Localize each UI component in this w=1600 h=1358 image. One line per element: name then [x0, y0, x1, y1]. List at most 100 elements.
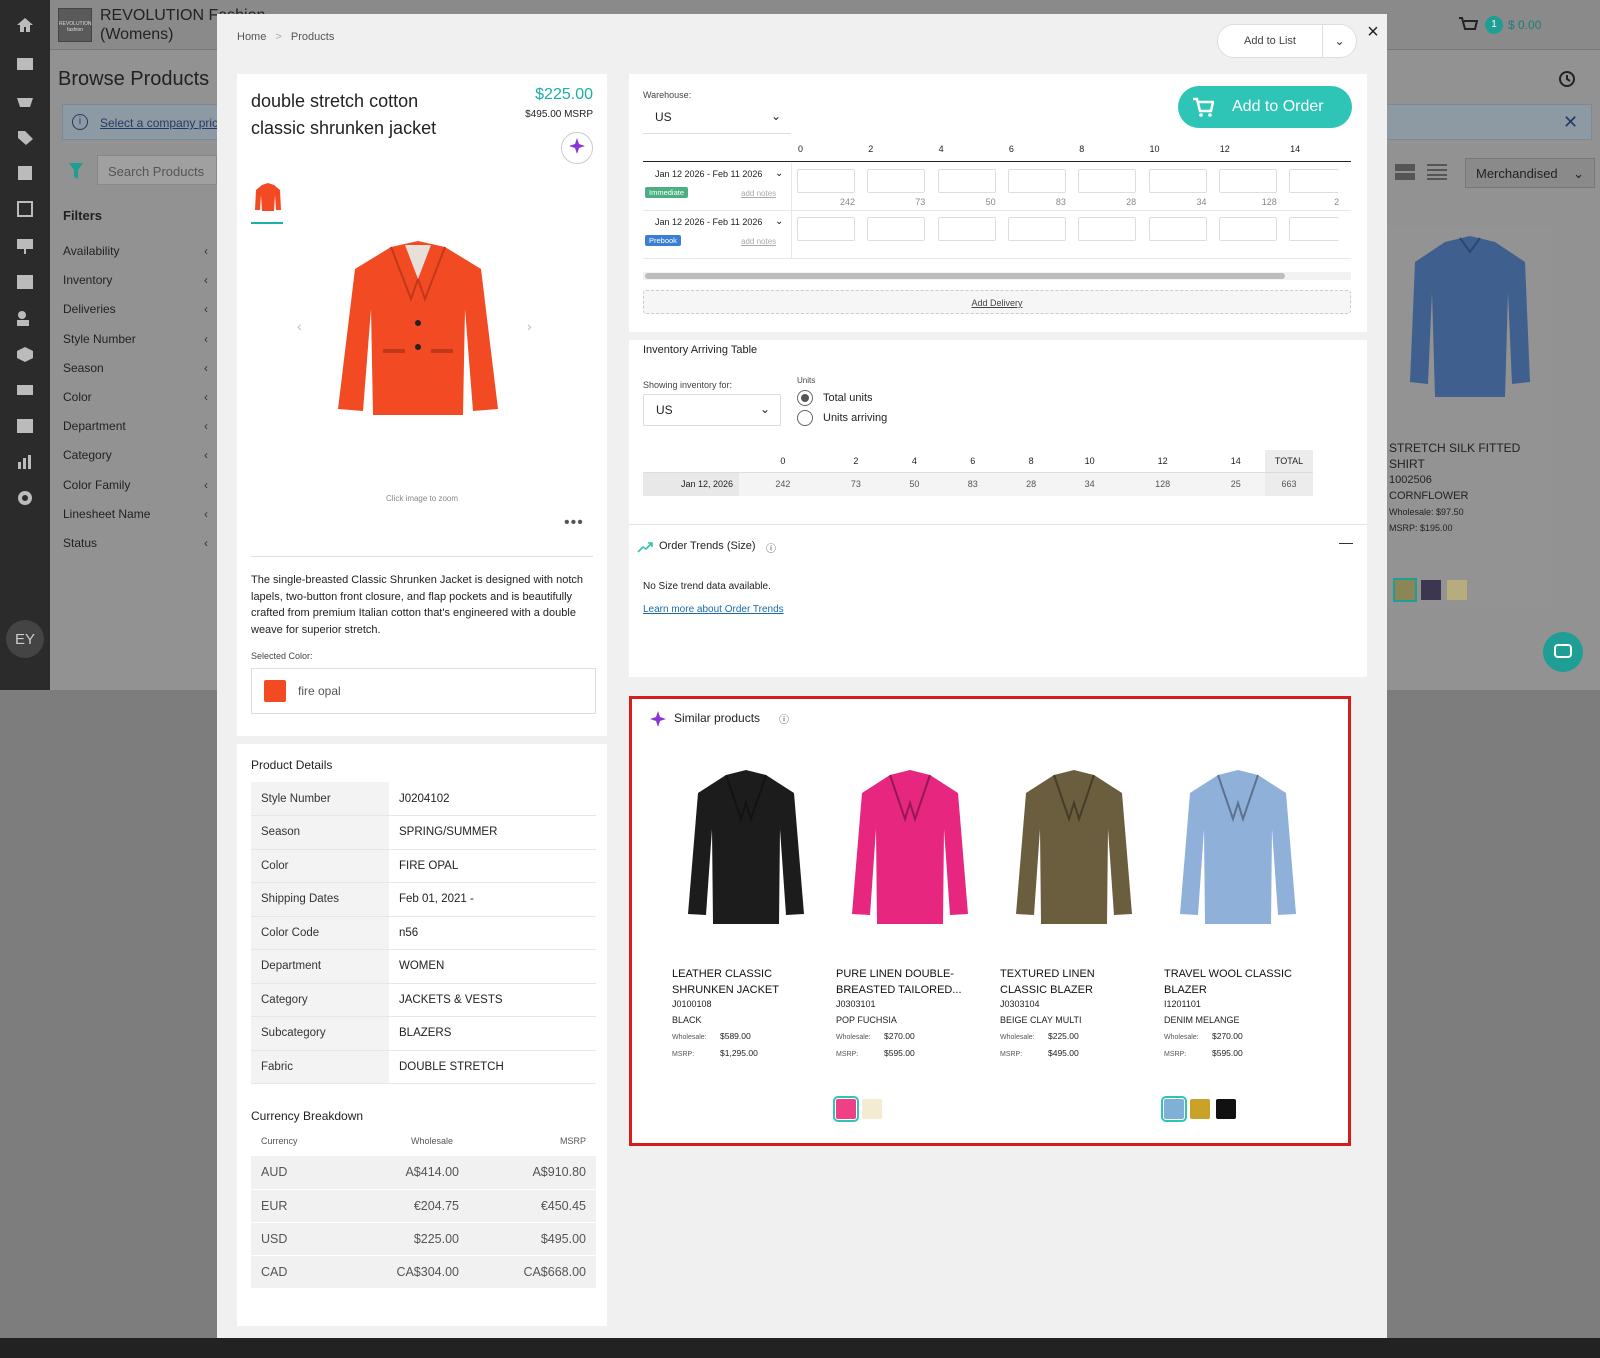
quantity-input[interactable] — [1218, 169, 1277, 193]
product-main-image[interactable] — [333, 239, 503, 419]
similar-product-card[interactable]: TRAVEL WOOL CLASSIC BLAZER I1201101 DENIM M… — [1161, 769, 1314, 1139]
warehouse-select[interactable]: US ⌄ — [643, 102, 791, 134]
breadcrumb-products[interactable]: Products — [291, 31, 334, 43]
quantity-input[interactable] — [1218, 217, 1277, 241]
close-modal-button[interactable]: × — [1363, 22, 1383, 42]
similar-product-image[interactable] — [686, 769, 806, 927]
chevron-down-icon[interactable]: ⌄ — [1323, 34, 1356, 48]
inventory-warehouse-select[interactable]: US ⌄ — [643, 394, 781, 426]
linesheet-icon[interactable] — [14, 198, 36, 220]
similar-product-image[interactable] — [850, 769, 970, 927]
similar-product-image[interactable] — [1178, 769, 1298, 927]
units-arriving-radio[interactable]: Units arriving — [797, 410, 887, 426]
filter-item[interactable]: Season — [63, 361, 104, 375]
ai-sparkle-button[interactable] — [561, 132, 593, 164]
filter-item[interactable]: Availability — [63, 244, 119, 258]
quantity-input[interactable] — [797, 217, 855, 241]
color-swatch[interactable] — [1161, 1096, 1187, 1122]
filter-item[interactable]: Department — [63, 419, 126, 433]
filter-item[interactable]: Category — [63, 448, 112, 462]
quantity-input[interactable] — [937, 169, 996, 193]
cart-icon[interactable] — [1458, 16, 1479, 39]
total-units-radio[interactable]: Total units — [797, 390, 873, 406]
filter-item[interactable]: Style Number — [63, 332, 136, 346]
more-options-icon[interactable]: ••• — [564, 514, 584, 532]
similar-product-name[interactable]: LEATHER CLASSIC SHRUNKEN JACKET — [672, 966, 822, 998]
radio-unselected[interactable] — [797, 410, 813, 426]
quantity-input[interactable] — [1007, 169, 1066, 193]
presentation-icon[interactable] — [14, 235, 36, 257]
swatch[interactable] — [1421, 580, 1441, 600]
chevron-down-icon[interactable]: ⌄ — [775, 168, 783, 179]
similar-product-name[interactable]: TEXTURED LINEN CLASSIC BLAZER — [1000, 966, 1150, 998]
color-swatch[interactable] — [1190, 1099, 1210, 1119]
learn-more-trends-link[interactable]: Learn more about Order Trends — [643, 604, 784, 615]
delivery-date-range[interactable]: Jan 12 2026 - Feb 11 2026 — [655, 217, 762, 227]
swatch[interactable] — [1393, 578, 1417, 602]
tag-icon[interactable] — [14, 126, 36, 148]
search-products-input[interactable]: Search Products — [97, 155, 217, 185]
deals-icon[interactable] — [14, 379, 36, 401]
quantity-input[interactable] — [1289, 169, 1340, 193]
add-notes-link[interactable]: add notes — [741, 237, 776, 246]
similar-product-card[interactable]: PURE LINEN DOUBLE- BREASTED TAILORED... J0… — [833, 769, 986, 1139]
chevron-left-icon[interactable]: ‹ — [204, 332, 208, 346]
collapse-icon[interactable]: — — [1339, 534, 1353, 550]
color-swatch[interactable] — [1216, 1099, 1236, 1119]
chevron-left-icon[interactable]: ‹ — [204, 478, 208, 492]
quantity-input[interactable] — [797, 169, 855, 193]
home-icon[interactable] — [14, 14, 36, 36]
filter-item[interactable]: Color Family — [63, 478, 130, 492]
filter-item[interactable]: Deliveries — [63, 302, 116, 316]
chevron-left-icon[interactable]: ‹ — [204, 419, 208, 433]
close-banner-icon[interactable]: ✕ — [1563, 112, 1578, 133]
chevron-left-icon[interactable]: ‹ — [204, 507, 208, 521]
box-icon[interactable] — [14, 343, 36, 365]
similar-product-card[interactable]: TEXTURED LINEN CLASSIC BLAZER J0303104 BEIG… — [1000, 769, 1150, 1139]
chevron-left-icon[interactable]: ‹ — [204, 536, 208, 550]
history-icon[interactable] — [1558, 70, 1576, 93]
select-company-pricing-link[interactable]: Select a company pricing — [100, 116, 234, 130]
chevron-right-icon[interactable]: › — [527, 318, 532, 334]
chevron-down-icon[interactable]: ⌄ — [775, 216, 783, 227]
filter-icon[interactable] — [68, 162, 84, 185]
add-to-list-button[interactable]: Add to List ⌄ — [1217, 24, 1357, 58]
selected-color-field[interactable]: fire opal — [251, 668, 596, 714]
add-notes-link[interactable]: add notes — [741, 189, 776, 198]
add-delivery-button[interactable]: Add Delivery — [643, 290, 1351, 314]
chevron-left-icon[interactable]: ‹ — [204, 302, 208, 316]
horizontal-scrollbar[interactable] — [643, 272, 1351, 280]
list-view-icon[interactable] — [1427, 164, 1447, 185]
user-avatar[interactable]: EY — [6, 620, 44, 658]
filter-item[interactable]: Color — [63, 390, 92, 404]
similar-product-card[interactable]: LEATHER CLASSIC SHRUNKEN JACKET J0100108 BL… — [672, 769, 822, 1139]
add-to-order-button[interactable]: Add to Order — [1178, 86, 1352, 128]
reports-icon[interactable] — [14, 451, 36, 473]
users-icon[interactable] — [14, 307, 36, 329]
product-thumbnail[interactable] — [253, 182, 283, 212]
swatch[interactable] — [1447, 580, 1467, 600]
settings-gear-icon[interactable] — [14, 487, 36, 509]
delivery-date-range[interactable]: Jan 12 2026 - Feb 11 2026 — [655, 169, 762, 179]
chevron-left-icon[interactable]: ‹ — [204, 273, 208, 287]
similar-product-name[interactable]: PURE LINEN DOUBLE- BREASTED TAILORED... — [836, 966, 986, 998]
filter-item[interactable]: Inventory — [63, 273, 112, 287]
chevron-left-icon[interactable]: ‹ — [204, 390, 208, 404]
quantity-input[interactable] — [1148, 217, 1207, 241]
quantity-input[interactable] — [867, 169, 926, 193]
radio-selected[interactable] — [797, 390, 813, 406]
info-icon[interactable]: ⓘ — [779, 711, 789, 726]
chevron-left-icon[interactable]: ‹ — [204, 448, 208, 462]
similar-product-image[interactable] — [1014, 769, 1134, 927]
quantity-input[interactable] — [1078, 169, 1137, 193]
storefront-icon[interactable] — [14, 52, 36, 74]
quantity-input[interactable] — [867, 217, 926, 241]
grid-view-icon[interactable] — [1395, 164, 1415, 185]
quantity-input[interactable] — [1078, 217, 1137, 241]
color-swatch[interactable] — [833, 1096, 859, 1122]
chat-support-button[interactable] — [1543, 632, 1583, 672]
quantity-input[interactable] — [1148, 169, 1207, 193]
filter-item[interactable]: Linesheet Name — [63, 507, 150, 521]
color-swatch[interactable] — [862, 1099, 882, 1119]
checklist-icon[interactable] — [14, 271, 36, 293]
